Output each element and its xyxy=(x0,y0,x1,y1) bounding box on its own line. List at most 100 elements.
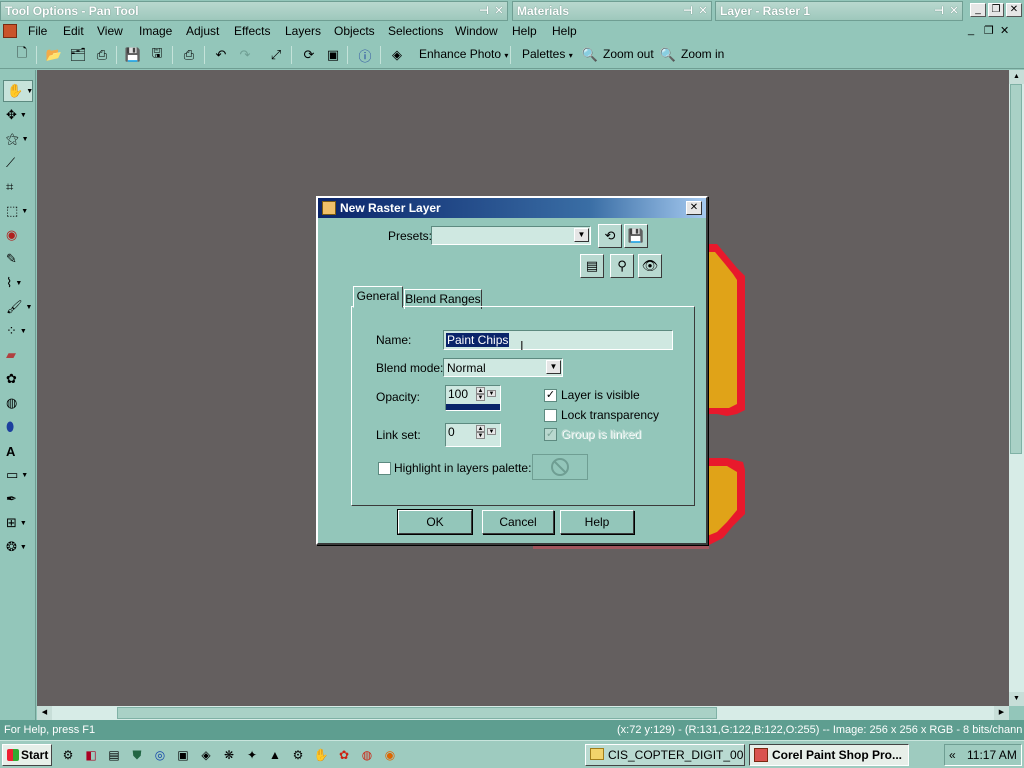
materials-palette-title[interactable]: Materials ⊣ ✕ xyxy=(512,1,712,21)
zoom-out-icon[interactable]: 🔍 xyxy=(580,45,600,65)
quicklaunch-icon[interactable]: ⛊ xyxy=(129,747,145,763)
print-icon[interactable]: ⎙ xyxy=(179,45,199,65)
slider-popup-icon[interactable]: ▼ xyxy=(487,390,496,397)
eraser-tool-icon[interactable]: ▰ xyxy=(3,344,33,366)
close-icon[interactable]: ✕ xyxy=(1006,3,1022,17)
opacity-stepper[interactable]: 100 ▲ ▼ ▼ xyxy=(445,385,501,411)
name-field[interactable]: Paint Chips xyxy=(443,330,673,350)
reset-preset-icon[interactable]: ⟲ xyxy=(598,224,622,248)
menu-image[interactable]: Image xyxy=(139,23,172,39)
chevron-down-icon[interactable]: ▼ xyxy=(546,360,561,374)
tab-general[interactable]: General xyxy=(353,286,403,308)
menu-view[interactable]: View xyxy=(97,23,123,39)
mesh-warp-tool-icon[interactable]: ⊞ ▼ xyxy=(3,512,33,534)
menu-layers[interactable]: Layers xyxy=(285,23,321,39)
scroll-left-icon[interactable]: ◀ xyxy=(37,706,52,720)
quicklaunch-icon[interactable]: ⚙ xyxy=(60,747,76,763)
paint-brush-tool-icon[interactable]: 🖌 ▼ xyxy=(3,296,33,318)
quicklaunch-icon[interactable]: ▤ xyxy=(106,747,122,763)
pin-icon[interactable]: ⊣ xyxy=(932,4,946,18)
browse-icon[interactable]: 🗂 xyxy=(68,45,88,65)
slider-popup-icon[interactable]: ▼ xyxy=(487,428,496,435)
quicklaunch-icon[interactable]: ✋ xyxy=(313,747,329,763)
flood-fill-tool-icon[interactable]: ◍ xyxy=(3,392,33,414)
scroll-up-icon[interactable]: ▲ xyxy=(1009,70,1024,84)
menu-help-2[interactable]: Help xyxy=(552,23,577,39)
chevron-down-icon[interactable]: ▼ xyxy=(574,228,589,242)
preset-shapes-tool-icon[interactable]: ▭ ▼ xyxy=(3,464,33,486)
menu-adjust[interactable]: Adjust xyxy=(186,23,219,39)
vertical-scrollbar[interactable]: ▲ ▼ xyxy=(1009,70,1024,706)
menu-selections[interactable]: Selections xyxy=(388,23,443,39)
magic-wand-tool-icon[interactable]: ⚝ ▼ xyxy=(3,128,33,150)
minimize-icon[interactable]: _ xyxy=(968,24,982,36)
spin-up-icon[interactable]: ▲ xyxy=(476,387,485,394)
scan-icon[interactable]: ⎙ xyxy=(92,45,112,65)
open-folder-icon[interactable]: 📂 xyxy=(44,45,64,65)
close-icon[interactable]: ✕ xyxy=(947,4,961,18)
save-preset-icon[interactable]: 💾 xyxy=(624,224,648,248)
menu-file[interactable]: File xyxy=(28,23,47,39)
retouch-tool-icon[interactable]: ⁘ ▼ xyxy=(3,320,33,342)
redo-icon[interactable]: ↷ xyxy=(235,45,255,65)
text-tool-icon[interactable]: A xyxy=(3,440,33,462)
zoom-in-icon[interactable]: 🔍 xyxy=(658,45,678,65)
blend-mode-dropdown[interactable]: Normal ▼ xyxy=(443,358,563,377)
quicklaunch-icon[interactable]: ◎ xyxy=(152,747,168,763)
menu-help[interactable]: Help xyxy=(512,23,537,39)
crop-tool-icon[interactable]: ⌗ xyxy=(3,176,33,198)
quicklaunch-icon[interactable]: ⚙ xyxy=(290,747,306,763)
horizontal-scroll-thumb[interactable] xyxy=(117,707,717,719)
pan-tool-icon[interactable]: ✋ ▼ xyxy=(3,80,33,102)
info-icon[interactable]: ⓘ xyxy=(355,45,375,65)
menu-window[interactable]: Window xyxy=(455,23,498,39)
quicklaunch-icon[interactable]: ◍ xyxy=(359,747,375,763)
menu-edit[interactable]: Edit xyxy=(63,23,84,39)
close-icon[interactable]: ✕ xyxy=(1000,24,1014,37)
task-paintshop-window[interactable]: Corel Paint Shop Pro... xyxy=(749,744,909,766)
scroll-down-icon[interactable]: ▼ xyxy=(1009,692,1024,706)
quicklaunch-icon[interactable]: ◉ xyxy=(382,747,398,763)
new-file-icon[interactable]: 🗋 xyxy=(12,45,32,65)
pin-icon[interactable]: ⊣ xyxy=(681,4,695,18)
undo-icon[interactable]: ↶ xyxy=(211,45,231,65)
close-icon[interactable]: ✕ xyxy=(696,4,710,18)
help-button[interactable]: Help xyxy=(560,510,634,534)
red-eye-tool-icon[interactable]: ◉ xyxy=(3,224,33,246)
layer-visible-checkbox[interactable]: ✓ xyxy=(544,389,557,402)
proof-preview-icon[interactable]: 👁 xyxy=(638,254,662,278)
object-selector-tool-icon[interactable]: ❂ ▼ xyxy=(3,536,33,558)
task-explorer-window[interactable]: CIS_COPTER_DIGIT_006 xyxy=(585,744,745,766)
scratch-remover-tool-icon[interactable]: ⌇ ▼ xyxy=(3,272,33,294)
clone-brush-tool-icon[interactable]: ✎ xyxy=(3,248,33,270)
ok-button[interactable]: OK xyxy=(397,509,473,535)
quicklaunch-icon[interactable]: ▲ xyxy=(267,747,283,763)
link-set-stepper[interactable]: 0 ▲ ▼ ▼ xyxy=(445,423,501,447)
quicklaunch-icon[interactable]: ❋ xyxy=(221,747,237,763)
layer-props-icon[interactable]: ▣ xyxy=(323,45,343,65)
restore-icon[interactable]: ❐ xyxy=(988,3,1004,17)
menu-objects[interactable]: Objects xyxy=(334,23,375,39)
vertical-scroll-thumb[interactable] xyxy=(1010,84,1022,454)
picture-tube-tool-icon[interactable]: ✿ xyxy=(3,368,33,390)
show-hide-options-icon[interactable]: ⚲ xyxy=(610,254,634,278)
pen-tool-icon[interactable]: ✒ xyxy=(3,488,33,510)
close-icon[interactable]: ✕ xyxy=(492,4,506,18)
app-icon[interactable] xyxy=(3,24,17,38)
deform-tool-icon[interactable]: ⬚ ▼ xyxy=(3,200,33,222)
move-tool-icon[interactable]: ✥ ▼ xyxy=(3,104,33,126)
zoom-in-button[interactable]: Zoom in xyxy=(681,47,724,61)
tool-options-palette-title[interactable]: Tool Options - Pan Tool ⊣ ✕ xyxy=(0,1,508,21)
dialog-title-bar[interactable]: New Raster Layer ✕ xyxy=(318,198,706,218)
chevron-left-icon[interactable]: « xyxy=(949,745,956,765)
lock-transparency-checkbox[interactable] xyxy=(544,409,557,422)
minimize-icon[interactable]: _ xyxy=(970,3,986,17)
quicklaunch-icon[interactable]: ✿ xyxy=(336,747,352,763)
highlight-checkbox[interactable] xyxy=(378,462,391,475)
presets-dropdown[interactable]: ▼ xyxy=(431,226,591,245)
quicklaunch-icon[interactable]: ▣ xyxy=(175,747,191,763)
restore-icon[interactable]: ❐ xyxy=(984,24,998,37)
enhance-photo-menu[interactable]: Enhance Photo ▾ xyxy=(419,47,508,61)
quicklaunch-icon[interactable]: ◈ xyxy=(198,747,214,763)
dropper-tool-icon[interactable]: ⟋ xyxy=(3,152,33,174)
